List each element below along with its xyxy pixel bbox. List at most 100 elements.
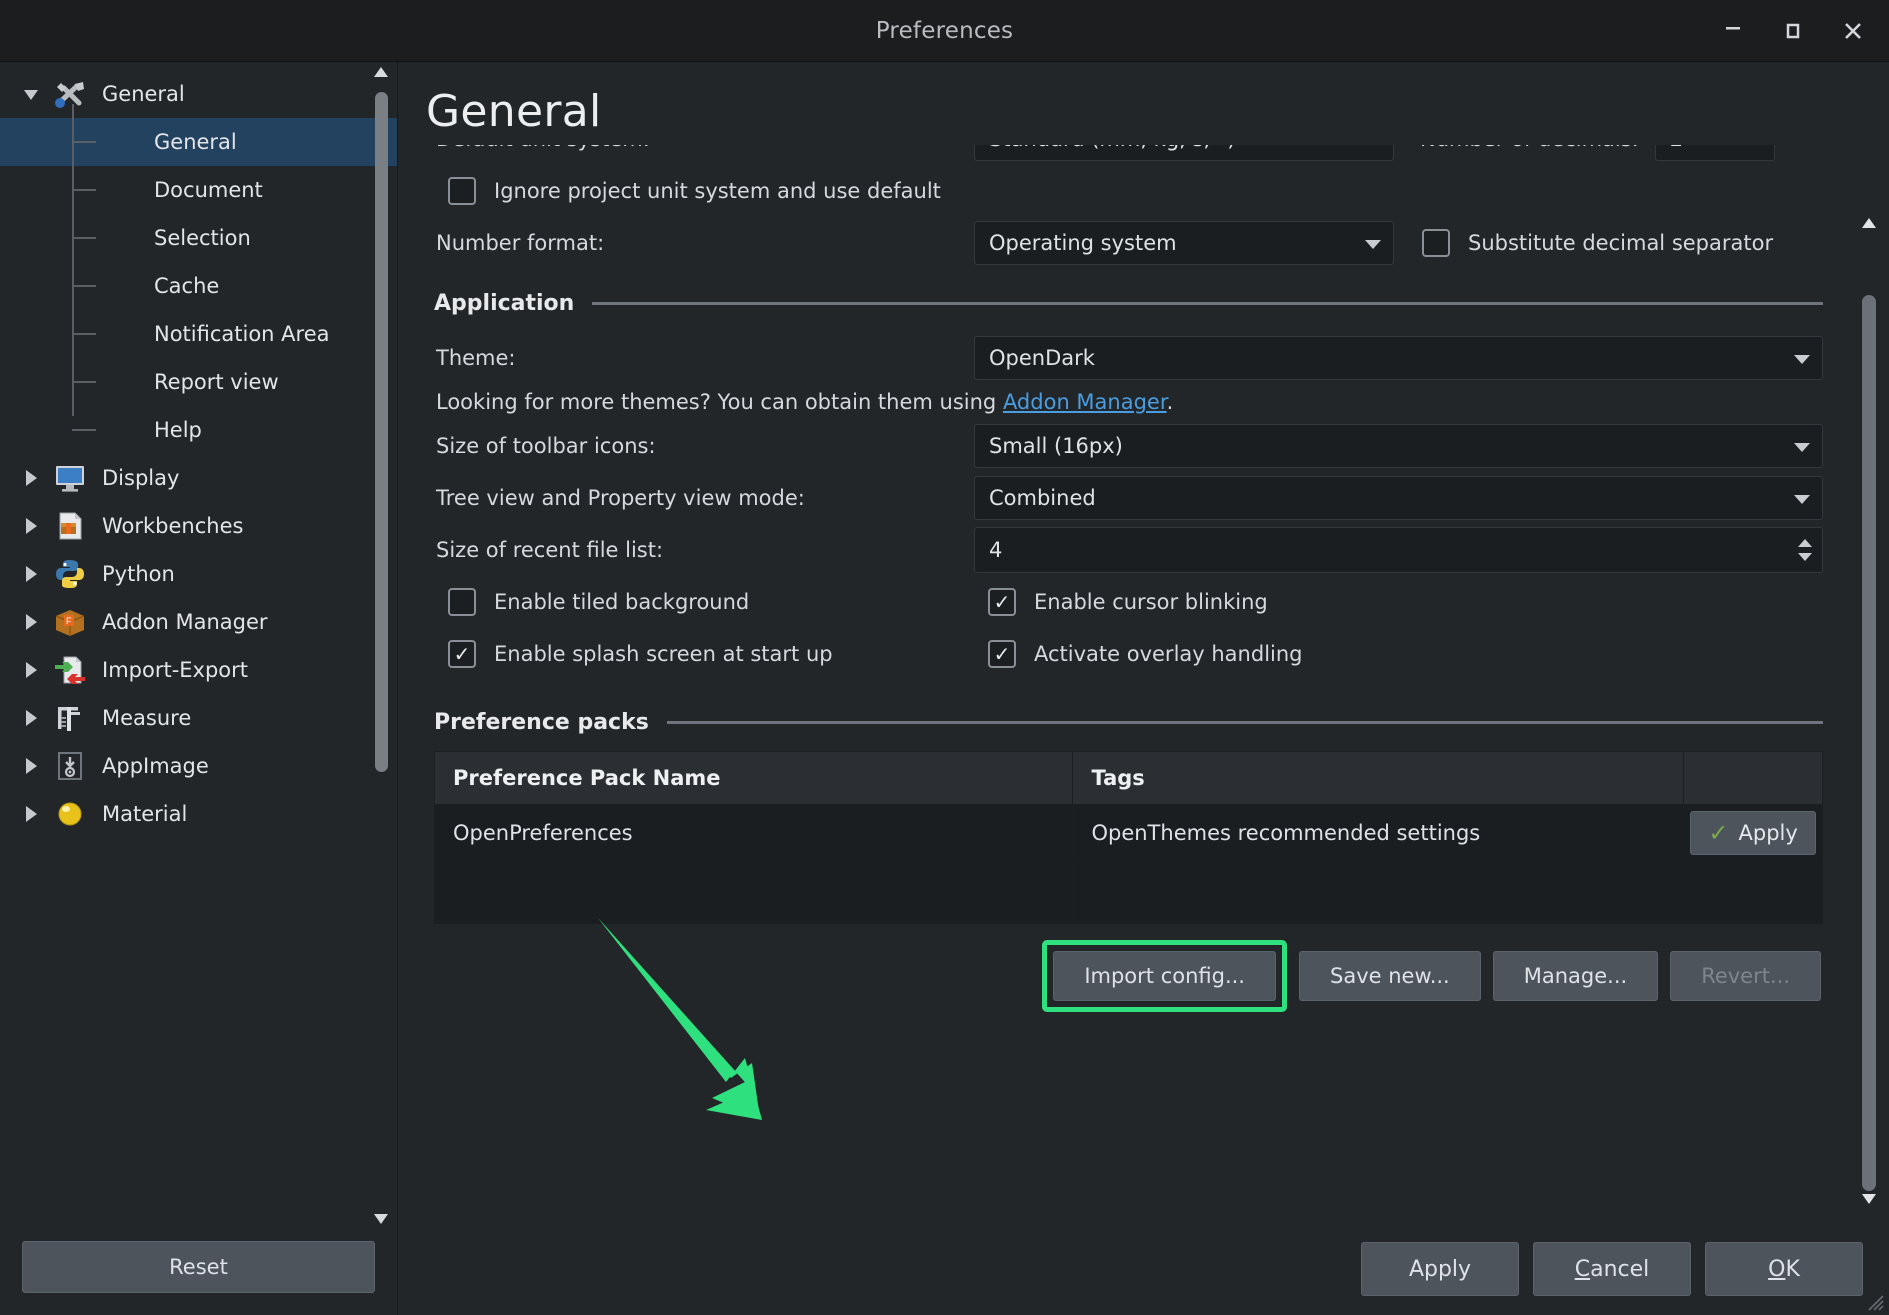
- maximize-icon[interactable]: [1771, 9, 1815, 53]
- sidebar-item-display[interactable]: Display: [0, 454, 397, 502]
- decimals-select[interactable]: 2: [1654, 145, 1775, 161]
- settings-scrollbar[interactable]: [1857, 215, 1881, 1209]
- pack-apply-button[interactable]: ✓ Apply: [1690, 811, 1816, 855]
- sidebar-item-workbenches[interactable]: Workbenches: [0, 502, 397, 550]
- addon-manager-link[interactable]: Addon Manager: [1003, 390, 1167, 414]
- sidebar-item-notification-area-child[interactable]: Notification Area: [0, 310, 397, 358]
- section-divider: [666, 721, 1823, 724]
- workbench-icon: [48, 509, 92, 543]
- overlay-handling-checkbox[interactable]: ✓ Activate overlay handling: [988, 640, 1303, 668]
- import-export-icon: [48, 653, 92, 687]
- checkbox-box: [448, 177, 476, 205]
- column-header-tags[interactable]: Tags: [1072, 751, 1685, 805]
- scroll-down-icon[interactable]: [373, 1211, 389, 1225]
- application-section-title: Application: [434, 291, 575, 316]
- sidebar-item-selection-child[interactable]: Selection: [0, 214, 397, 262]
- number-format-select[interactable]: Operating system: [974, 221, 1394, 265]
- preference-pack-buttons: Import config... Save new... Manage... R…: [434, 940, 1823, 1012]
- tree-guide-tick: [72, 333, 96, 335]
- appimage-icon: [48, 749, 92, 783]
- table-empty-row: [434, 861, 1823, 924]
- sidebar-item-import-export[interactable]: Import-Export: [0, 646, 397, 694]
- unit-system-select[interactable]: Standard (mm, kg, s, °): [974, 145, 1394, 161]
- chevron-down-icon[interactable]: [14, 83, 48, 105]
- ignore-project-units-label: Ignore project unit system and use defau…: [494, 179, 941, 203]
- theme-row: Theme: OpenDark: [434, 332, 1823, 384]
- toolbar-icons-value: Small (16px): [989, 434, 1123, 458]
- column-header-action[interactable]: [1683, 751, 1823, 805]
- recent-files-value: 4: [989, 538, 1003, 562]
- scroll-up-icon[interactable]: [373, 64, 389, 78]
- checkbox-box: [448, 588, 476, 616]
- theme-select[interactable]: OpenDark: [974, 336, 1823, 380]
- chevron-right-icon[interactable]: [14, 755, 48, 777]
- table-row[interactable]: OpenPreferences OpenThemes recommended s…: [434, 804, 1823, 862]
- sidebar-item-document-child[interactable]: Document: [0, 166, 397, 214]
- save-new-button[interactable]: Save new...: [1299, 951, 1481, 1001]
- chevron-right-icon[interactable]: [14, 803, 48, 825]
- toolbar-icons-row: Size of toolbar icons: Small (16px): [434, 420, 1823, 472]
- sidebar-item-general-child[interactable]: General: [0, 118, 397, 166]
- sidebar-scroll-thumb[interactable]: [375, 92, 388, 772]
- preferences-window: Preferences General General Document Sel…: [0, 0, 1889, 1315]
- chevron-right-icon[interactable]: [14, 611, 48, 633]
- sidebar-item-label: AppImage: [102, 754, 209, 778]
- section-divider: [592, 302, 1823, 305]
- tree-guide-tick: [72, 285, 96, 287]
- sidebar-item-addon-manager[interactable]: F Addon Manager: [0, 598, 397, 646]
- theme-value: OpenDark: [989, 346, 1095, 370]
- sidebar-item-report-view-child[interactable]: Report view: [0, 358, 397, 406]
- ignore-project-units-checkbox[interactable]: Ignore project unit system and use defau…: [448, 177, 941, 205]
- tiled-background-checkbox[interactable]: Enable tiled background: [448, 588, 988, 616]
- themes-hint-suffix: .: [1166, 390, 1174, 414]
- revert-button: Revert...: [1670, 951, 1821, 1001]
- chevron-down-icon: [1365, 240, 1381, 249]
- sidebar-item-measure[interactable]: Measure: [0, 694, 397, 742]
- recent-files-stepper[interactable]: 4: [974, 527, 1823, 573]
- minimize-icon[interactable]: [1711, 9, 1755, 53]
- tree-guide-tick: [72, 189, 96, 191]
- tree-guide-tick: [72, 381, 96, 383]
- substitute-separator-checkbox[interactable]: Substitute decimal separator: [1422, 229, 1773, 257]
- cursor-blinking-checkbox[interactable]: ✓ Enable cursor blinking: [988, 588, 1268, 616]
- sidebar-item-label: General: [102, 82, 185, 106]
- page-title: General: [426, 86, 602, 137]
- stepper-up-icon[interactable]: [1798, 539, 1812, 547]
- tree-guide-tick: [72, 237, 96, 239]
- sidebar-item-python[interactable]: Python: [0, 550, 397, 598]
- stepper-arrows[interactable]: [1798, 539, 1812, 561]
- sidebar-item-label: Measure: [102, 706, 192, 730]
- chevron-right-icon[interactable]: [14, 467, 48, 489]
- resize-grip-icon[interactable]: [1863, 1290, 1885, 1312]
- settings-scroll-thumb[interactable]: [1862, 295, 1876, 1191]
- chevron-down-icon: [1794, 355, 1810, 364]
- sidebar-scrollbar[interactable]: [371, 62, 391, 1227]
- import-config-button[interactable]: Import config...: [1053, 951, 1276, 1001]
- sidebar-item-general[interactable]: General: [0, 70, 397, 118]
- empty-cell: [1072, 861, 1685, 924]
- apply-button[interactable]: Apply: [1361, 1242, 1519, 1296]
- sidebar-item-material[interactable]: Material: [0, 790, 397, 838]
- manage-button[interactable]: Manage...: [1492, 951, 1659, 1001]
- cancel-button[interactable]: Cancel: [1533, 1242, 1691, 1296]
- splash-screen-checkbox[interactable]: ✓ Enable splash screen at start up: [448, 640, 988, 668]
- toolbar-icons-label: Size of toolbar icons:: [436, 434, 656, 458]
- chevron-right-icon[interactable]: [14, 707, 48, 729]
- sidebar-item-label: Display: [102, 466, 180, 490]
- scroll-down-icon[interactable]: [1861, 1190, 1877, 1209]
- toolbar-icons-select[interactable]: Small (16px): [974, 424, 1823, 468]
- settings-content: Default unit system: Standard (mm, kg, s…: [434, 145, 1823, 1012]
- stepper-down-icon[interactable]: [1798, 553, 1812, 561]
- close-icon[interactable]: [1831, 9, 1875, 53]
- sidebar-item-cache-child[interactable]: Cache: [0, 262, 397, 310]
- ok-button[interactable]: OK: [1705, 1242, 1863, 1296]
- chevron-right-icon[interactable]: [14, 515, 48, 537]
- column-header-name[interactable]: Preference Pack Name: [434, 751, 1074, 805]
- chevron-right-icon[interactable]: [14, 659, 48, 681]
- reset-button[interactable]: Reset: [22, 1241, 375, 1293]
- chevron-right-icon[interactable]: [14, 563, 48, 585]
- tree-view-mode-select[interactable]: Combined: [974, 476, 1823, 520]
- scroll-up-icon[interactable]: [1861, 215, 1877, 234]
- sidebar-item-help-child[interactable]: Help: [0, 406, 397, 454]
- sidebar-item-appimage[interactable]: AppImage: [0, 742, 397, 790]
